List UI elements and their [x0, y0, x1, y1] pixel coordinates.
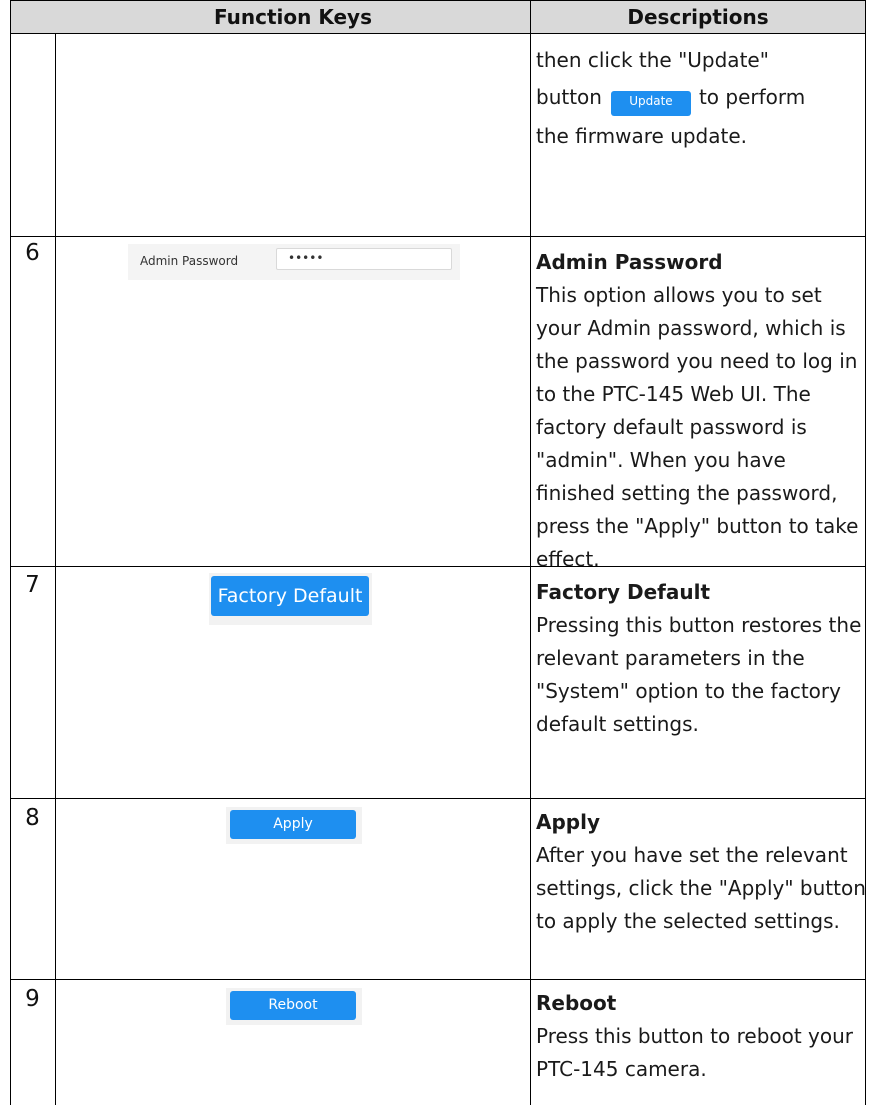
- table-row-update-description: then click the "Update" button Update to p…: [536, 44, 866, 153]
- desc-line: then click the "Update": [536, 48, 769, 72]
- update-button[interactable]: Update: [610, 91, 691, 116]
- table-border-mid: [530, 0, 531, 1105]
- reboot-title: Reboot: [536, 991, 617, 1015]
- admin-password-description: Admin Password This option allows you to…: [536, 246, 866, 576]
- row-number: 8: [25, 805, 40, 831]
- header-function-keys: Function Keys: [213, 5, 372, 29]
- admin-password-panel: Admin Password •••••: [128, 244, 460, 280]
- factory-default-wrap: Factory Default: [209, 573, 372, 625]
- admin-password-label: Admin Password: [140, 254, 239, 268]
- desc-line-text: button: [536, 85, 602, 109]
- apply-body: After you have set the relevant settings…: [536, 843, 866, 933]
- row-number: 6: [25, 240, 40, 266]
- factory-default-body: Pressing this button restores the releva…: [536, 613, 862, 736]
- table-border-num: [55, 33, 56, 1105]
- reboot-body: Press this button to reboot your PTC-145…: [536, 1024, 854, 1081]
- apply-title: Apply: [536, 810, 601, 834]
- row-number: 9: [25, 986, 40, 1012]
- reboot-button[interactable]: Reboot: [230, 991, 356, 1020]
- admin-password-body: This option allows you to set your Admin…: [536, 283, 859, 571]
- desc-line: the firmware update.: [536, 124, 748, 148]
- factory-default-description: Factory Default Pressing this button res…: [536, 576, 866, 741]
- admin-password-input[interactable]: •••••: [276, 248, 452, 270]
- row-number: 7: [25, 572, 40, 598]
- desc-line-with-button: button Update to perform: [536, 81, 866, 116]
- table-border-top: [10, 0, 866, 1]
- apply-wrap: Apply: [226, 807, 362, 844]
- row-divider: [10, 798, 866, 799]
- table-border-left: [10, 0, 11, 1105]
- factory-default-title: Factory Default: [536, 580, 711, 604]
- apply-description: Apply After you have set the relevant se…: [536, 806, 866, 938]
- apply-button[interactable]: Apply: [230, 810, 356, 839]
- admin-password-title: Admin Password: [536, 250, 723, 274]
- header-descriptions: Descriptions: [627, 5, 769, 29]
- row-divider: [10, 33, 866, 34]
- reboot-description: Reboot Press this button to reboot your …: [536, 987, 866, 1086]
- desc-line-text: to perform: [698, 85, 806, 109]
- factory-default-button[interactable]: Factory Default: [211, 576, 369, 616]
- row-divider: [10, 979, 866, 980]
- row-divider: [10, 236, 866, 237]
- reboot-wrap: Reboot: [226, 988, 362, 1025]
